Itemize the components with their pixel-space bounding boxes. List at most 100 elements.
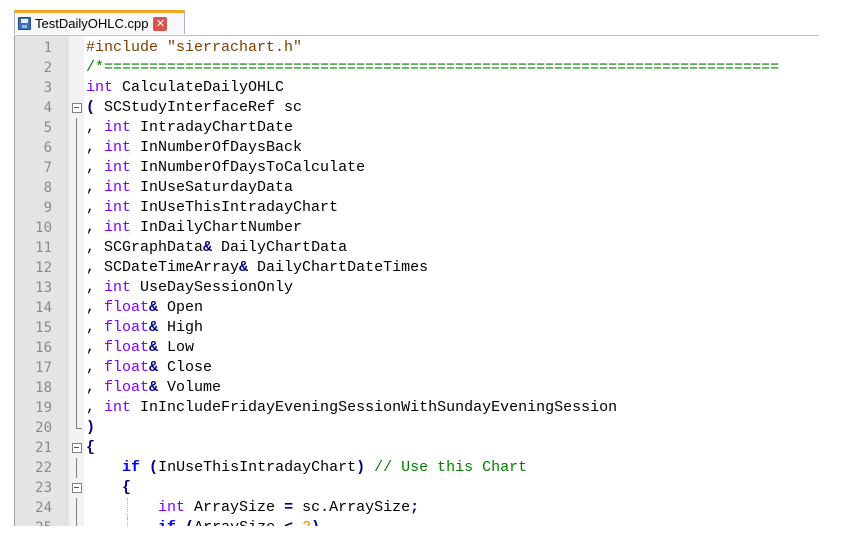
line-number: 5 <box>43 120 52 136</box>
code-token: ) <box>356 459 366 476</box>
line-number: 15 <box>35 320 52 336</box>
fold-toggle-icon[interactable] <box>72 98 82 118</box>
code-token: float <box>104 319 150 336</box>
code-token: , <box>86 299 105 316</box>
code-line[interactable]: 8, int InUseSaturdayData <box>15 178 820 198</box>
line-number: 11 <box>35 240 52 256</box>
code-text: , SCGraphData& DailyChartData <box>86 238 347 258</box>
code-token: InNumberOfDaysToCalculate <box>131 159 366 176</box>
code-token: int <box>104 179 132 196</box>
code-line[interactable]: 11 , SCGraphData& DailyChartData <box>15 238 820 258</box>
line-number: 19 <box>35 400 52 416</box>
save-icon <box>18 17 31 30</box>
close-tab-icon[interactable]: ✕ <box>153 16 168 31</box>
code-line[interactable]: 25 if (ArraySize < 2) <box>15 518 820 526</box>
code-text: , int InNumberOfDaysBack <box>86 138 302 158</box>
code-text: , int InNumberOfDaysToCalculate <box>86 158 365 178</box>
code-editor[interactable]: 1 #include "sierrachart.h" 2 /*============… <box>14 36 820 526</box>
code-line[interactable]: 20) <box>15 418 820 438</box>
code-token: int <box>104 399 132 416</box>
code-line[interactable]: 18, float& Volume <box>15 378 820 398</box>
code-token: Open <box>158 299 204 316</box>
code-token: & <box>149 359 159 376</box>
code-token: SCStudyInterfaceRef sc <box>95 99 303 116</box>
file-tab[interactable]: TestDailyOHLC.cpp ✕ <box>14 10 185 34</box>
code-line[interactable]: 7, int InNumberOfDaysToCalculate <box>15 158 820 178</box>
code-text: , int InDailyChartNumber <box>86 218 302 238</box>
code-text: , float& Open <box>86 298 203 318</box>
code-line[interactable]: 15, float& High <box>15 318 820 338</box>
code-line[interactable]: 14, float& Open <box>15 298 820 318</box>
code-line[interactable]: 19, int InIncludeFridayEveningSessionWit… <box>15 398 820 418</box>
code-token: & <box>149 339 159 356</box>
code-text: ) <box>86 418 95 438</box>
code-token: Volume <box>158 379 222 396</box>
code-text: ( SCStudyInterfaceRef sc <box>86 98 302 118</box>
code-line[interactable]: 17, float& Close <box>15 358 820 378</box>
code-line[interactable]: 12 , SCDateTimeArray& DailyChartDateTimes <box>15 258 820 278</box>
code-text: int ArraySize = sc.ArraySize; <box>86 498 419 518</box>
code-line[interactable]: 22 if (InUseThisIntradayChart) // Use th… <box>15 458 820 478</box>
code-text: , int IntradayChartDate <box>86 118 293 138</box>
code-line[interactable]: 3 int CalculateDailyOHLC <box>15 78 820 98</box>
line-number: 10 <box>35 220 52 236</box>
line-number: 1 <box>43 40 52 56</box>
code-token: ( <box>149 459 159 476</box>
code-text: , SCDateTimeArray& DailyChartDateTimes <box>86 258 428 278</box>
code-token: = <box>284 499 294 516</box>
code-line[interactable]: 24 int ArraySize = sc.ArraySize; <box>15 498 820 518</box>
code-token: int <box>86 79 114 96</box>
code-line[interactable]: 2 /*=====================================… <box>15 58 820 78</box>
code-token: , <box>86 359 105 376</box>
fold-line-icon <box>72 138 81 158</box>
line-number: 12 <box>35 260 52 276</box>
code-token: , SCGraphData <box>86 239 204 256</box>
fold-line-icon <box>72 518 81 526</box>
fold-line-icon <box>72 498 81 518</box>
code-token: { <box>86 439 96 456</box>
fold-toggle-icon[interactable] <box>72 438 82 458</box>
code-text: , int InUseThisIntradayChart <box>86 198 338 218</box>
code-line[interactable]: 21 { <box>15 438 820 458</box>
fold-line-icon <box>72 338 81 358</box>
code-token: sc.ArraySize <box>293 499 411 516</box>
file-tab-label: TestDailyOHLC.cpp <box>35 16 149 31</box>
code-line[interactable]: 6 , int InNumberOfDaysBack <box>15 138 820 158</box>
code-token: if <box>158 519 176 526</box>
code-text: if (InUseThisIntradayChart) // Use this … <box>86 458 527 478</box>
fold-line-icon <box>72 258 81 278</box>
code-text: , float& Low <box>86 338 194 358</box>
code-token: ; <box>410 499 420 516</box>
line-number: 9 <box>43 200 52 216</box>
code-line[interactable]: 9 , int InUseThisIntradayChart <box>15 198 820 218</box>
code-token: ArraySize <box>185 499 285 516</box>
code-token: /*======================================… <box>86 59 780 76</box>
code-token: { <box>122 479 132 496</box>
code-line[interactable]: 1 #include "sierrachart.h" <box>15 38 820 58</box>
code-token: ) <box>311 519 320 526</box>
code-line[interactable]: 13, int UseDaySessionOnly <box>15 278 820 298</box>
code-token: InIncludeFridayEveningSessionWithSundayE… <box>131 399 618 416</box>
code-line[interactable]: 10 , int InDailyChartNumber <box>15 218 820 238</box>
line-number: 6 <box>43 140 52 156</box>
code-line[interactable]: 4 ( SCStudyInterfaceRef sc <box>15 98 820 118</box>
line-number: 23 <box>35 480 52 496</box>
code-token: float <box>104 339 150 356</box>
code-token: int <box>104 219 132 236</box>
code-line[interactable]: 23 { <box>15 478 820 498</box>
code-text: /*======================================… <box>86 58 779 78</box>
code-line[interactable]: 16, float& Low <box>15 338 820 358</box>
code-token: , SCDateTimeArray <box>86 259 240 276</box>
code-text: , int InUseSaturdayData <box>86 178 293 198</box>
code-token: float <box>104 299 150 316</box>
line-number: 24 <box>35 500 52 516</box>
fold-line-icon <box>72 218 81 238</box>
code-line[interactable]: 5 , int IntradayChartDate <box>15 118 820 138</box>
code-text: , float& Close <box>86 358 212 378</box>
fold-toggle-icon[interactable] <box>72 478 82 498</box>
